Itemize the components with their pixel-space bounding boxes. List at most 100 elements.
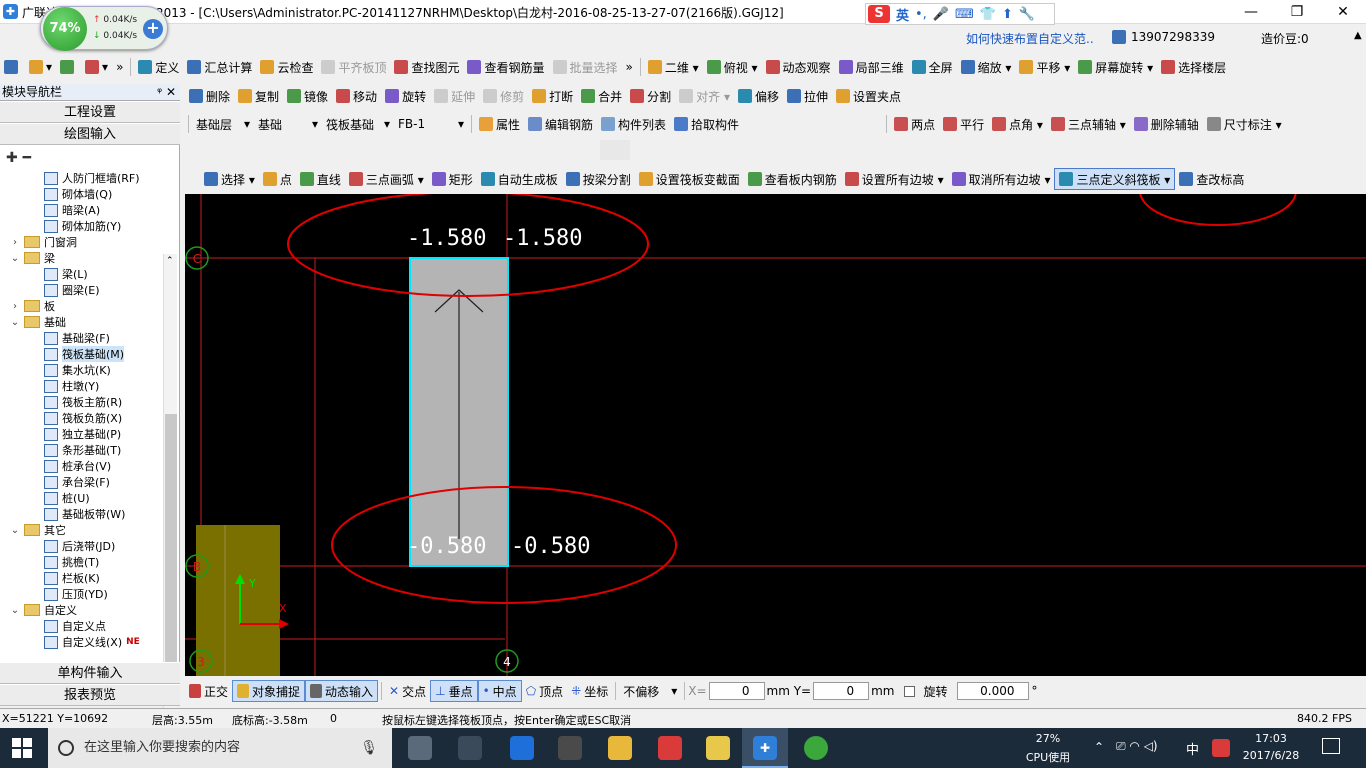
point-button[interactable]: 点: [259, 168, 296, 190]
define-button[interactable]: 定义: [134, 56, 183, 78]
close-button[interactable]: ✕: [1320, 0, 1366, 24]
tree-item[interactable]: 独立基础(P): [44, 426, 121, 442]
expand-collapse-tools[interactable]: ✚ ━: [6, 150, 31, 166]
break-button[interactable]: 打断: [528, 85, 577, 107]
rotate-angle-input[interactable]: [957, 682, 1030, 700]
rotate-checkbox[interactable]: [904, 685, 916, 697]
sogou-tray-icon[interactable]: [1212, 739, 1230, 757]
y-offset-input[interactable]: [813, 682, 870, 700]
tree-item[interactable]: 圈梁(E): [44, 282, 100, 298]
report-preview-button[interactable]: 报表预览: [0, 684, 180, 706]
three-point-axis-button[interactable]: 三点辅轴 ▾: [1047, 113, 1130, 135]
expand-toggle-icon[interactable]: ›: [10, 301, 20, 312]
glodon-taskbar-item[interactable]: ✚: [742, 728, 788, 768]
tree-folder[interactable]: › 板: [10, 298, 55, 314]
ime-skin-icon[interactable]: 👕: [980, 7, 996, 22]
rotate-button[interactable]: 旋转: [381, 85, 430, 107]
layer-select[interactable]: 基础层 ▾: [192, 113, 254, 135]
tree-item[interactable]: 柱墩(Y): [44, 378, 99, 394]
ime-lang[interactable]: 英: [896, 5, 909, 24]
align2-button[interactable]: 对齐 ▾: [675, 85, 734, 107]
clock-time[interactable]: 17:03: [1240, 732, 1302, 745]
point-angle-button[interactable]: 点角 ▾: [988, 113, 1047, 135]
orbit-button[interactable]: 动态观察: [762, 56, 835, 78]
merge-button[interactable]: 合并: [577, 85, 626, 107]
properties-button[interactable]: 属性: [475, 113, 524, 135]
tree-item[interactable]: 自定义线(X) NE: [44, 634, 140, 650]
tree-item[interactable]: 基础梁(F): [44, 330, 110, 346]
drawing-input-button[interactable]: 绘图输入: [0, 123, 180, 145]
user-account[interactable]: 13907298339: [1131, 30, 1215, 44]
rotate-screen-button[interactable]: 屏幕旋转 ▾: [1074, 56, 1157, 78]
tree-item[interactable]: 暗梁(A): [44, 202, 100, 218]
ime-settings-icon[interactable]: 🔧: [1019, 7, 1035, 22]
perpendicular-snap[interactable]: ⊥ 垂点: [430, 680, 478, 702]
ime-toolbar[interactable]: S 英 •, 🎤 ⌨ 👕 ⬆ 🔧: [865, 3, 1055, 25]
component-type-select[interactable]: 筏板基础 ▾: [322, 113, 394, 135]
save-button[interactable]: [56, 56, 81, 78]
app-green-icon[interactable]: [804, 736, 828, 760]
tree-item[interactable]: 筏板主筋(R): [44, 394, 122, 410]
drawing-canvas[interactable]: C B 3 4 -1.580 -1.580 -0.580 -0.580 Y X: [185, 194, 1366, 676]
trim-button[interactable]: 修剪: [479, 85, 528, 107]
midpoint-snap[interactable]: • 中点: [477, 680, 522, 702]
slab-rebar-button[interactable]: 查看板内钢筋: [744, 168, 841, 190]
taskbar-search[interactable]: 在这里输入你要搜索的内容 🎙: [48, 728, 392, 768]
offset-mode-select[interactable]: 不偏移 ▾: [619, 680, 681, 702]
sogou-icon[interactable]: [658, 736, 682, 760]
parallel-axis-button[interactable]: 平行: [939, 113, 988, 135]
2d-button[interactable]: 二维 ▾: [644, 56, 703, 78]
coordinate-snap[interactable]: ⁜ 坐标: [567, 680, 612, 702]
tree-folder[interactable]: ⌄ 基础: [10, 314, 66, 330]
stretch-button[interactable]: 拉伸: [783, 85, 832, 107]
intersection-snap[interactable]: ✕ 交点: [385, 680, 430, 702]
undo-button[interactable]: ▾: [81, 56, 112, 78]
tree-item[interactable]: 梁(L): [44, 266, 88, 282]
tree-item[interactable]: 栏板(K): [44, 570, 100, 586]
beam-split-button[interactable]: 按梁分割: [562, 168, 635, 190]
network-speed-widget[interactable]: 74% ↑ 0.04K/s ↓ 0.04K/s +: [40, 6, 168, 51]
slope-button[interactable]: 设置所有边坡 ▾: [841, 168, 948, 190]
tree-item[interactable]: 集水坑(K): [44, 362, 111, 378]
category-select[interactable]: 基础 ▾: [254, 113, 322, 135]
ime-mic-icon[interactable]: 🎤: [933, 7, 949, 22]
store-icon[interactable]: [558, 736, 582, 760]
input-lang[interactable]: 中: [1186, 739, 1199, 758]
tree-item[interactable]: 基础板带(W): [44, 506, 125, 522]
component-select[interactable]: FB-1 ▾: [394, 113, 468, 135]
mirror-button[interactable]: 镜像: [283, 85, 332, 107]
two-point-axis-button[interactable]: 两点: [890, 113, 939, 135]
ime-punct-icon[interactable]: •,: [915, 7, 927, 22]
pin-close-icon[interactable]: ᵠ ✕: [157, 84, 176, 100]
edit-rebar-button[interactable]: 编辑钢筋: [524, 113, 597, 135]
rebar-view-button[interactable]: 查看钢筋量: [463, 56, 548, 78]
start-button[interactable]: [12, 738, 32, 758]
file-explorer-icon[interactable]: [608, 736, 632, 760]
binoculars-button[interactable]: 查找图元: [390, 56, 463, 78]
object-snap-toggle[interactable]: 对象捕捉: [232, 680, 306, 702]
batch-select-button[interactable]: 批量选择: [549, 56, 622, 78]
overflow-button[interactable]: »: [622, 56, 637, 78]
cloud-check-button[interactable]: 云检查: [256, 56, 317, 78]
delete-axis-button[interactable]: 删除辅轴: [1130, 113, 1203, 135]
floor-select-button[interactable]: 选择楼层: [1157, 56, 1230, 78]
scroll-up-icon[interactable]: ▲: [1354, 30, 1362, 41]
extend-button[interactable]: 延伸: [430, 85, 479, 107]
delete-button[interactable]: 删除: [185, 85, 234, 107]
scroll-thumb[interactable]: [165, 414, 177, 694]
minimize-button[interactable]: —: [1228, 0, 1274, 24]
open-folder-button[interactable]: ▾: [25, 56, 56, 78]
dimension-button[interactable]: 尺寸标注 ▾: [1203, 113, 1286, 135]
tree-folder[interactable]: › 门窗洞: [10, 234, 77, 250]
ime-keyboard-icon[interactable]: ⌨: [955, 7, 974, 22]
copy-button[interactable]: 复制: [234, 85, 283, 107]
x-offset-input[interactable]: [708, 682, 765, 700]
tree-item[interactable]: 挑檐(T): [44, 554, 99, 570]
expand-toggle-icon[interactable]: ⌄: [10, 605, 20, 616]
offset-button[interactable]: 偏移: [734, 85, 783, 107]
ime-upload-icon[interactable]: ⬆: [1002, 7, 1013, 22]
tree-item[interactable]: 砌体墙(Q): [44, 186, 112, 202]
arc-button[interactable]: 三点画弧 ▾: [345, 168, 428, 190]
pick-component-button[interactable]: 拾取构件: [670, 113, 743, 135]
restore-button[interactable]: ❐: [1274, 0, 1320, 24]
